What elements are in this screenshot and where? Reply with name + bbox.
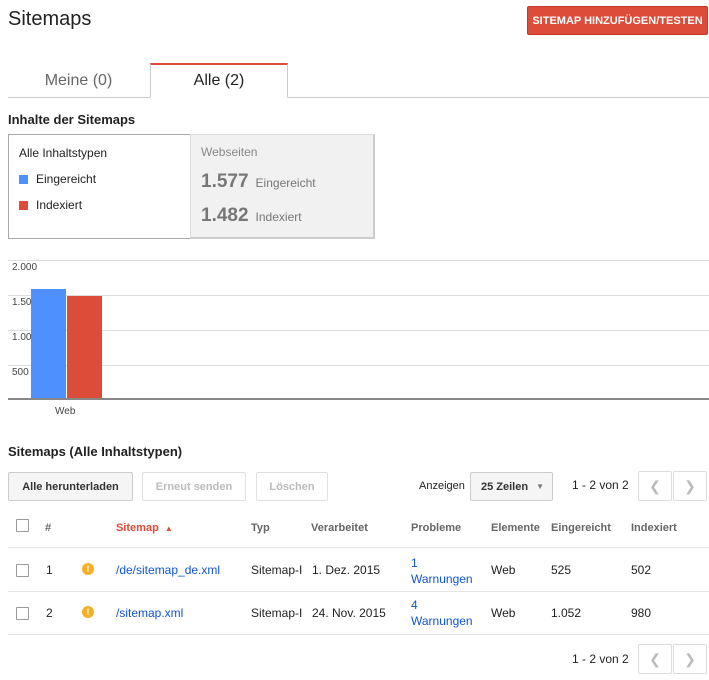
footer-pagination-range: 1 - 2 von 2	[572, 652, 629, 666]
warning-icon: !	[82, 563, 94, 575]
bar-indexed-web[interactable]	[67, 295, 102, 398]
submitted-color-swatch	[19, 174, 28, 184]
x-tick-label: Web	[55, 406, 76, 417]
stat-indexed-label: Indexiert	[255, 210, 302, 224]
chevron-left-icon: ❮	[649, 650, 661, 667]
warning-icon: !	[82, 606, 94, 618]
delete-button[interactable]: Löschen	[256, 472, 328, 501]
footer-next-page-button[interactable]: ❯	[673, 644, 707, 674]
footer-prev-page-button[interactable]: ❮	[638, 644, 672, 674]
show-label: Anzeigen	[419, 480, 465, 492]
col-processed[interactable]: Verarbeitet	[311, 522, 368, 534]
col-elements[interactable]: Elemente	[491, 522, 540, 534]
stat-submitted: 1.577 Eingereicht	[201, 171, 316, 193]
prev-page-button[interactable]: ❮	[638, 471, 672, 501]
legend-item-submitted: Eingereicht	[19, 172, 96, 186]
issues-text: Warnungen	[411, 614, 473, 628]
stat-submitted-label: Eingereicht	[255, 176, 316, 190]
sort-ascending-icon: ▲	[164, 524, 173, 533]
sitemap-type: Sitemap-I	[251, 563, 303, 577]
indexed-color-swatch	[19, 200, 28, 210]
col-sitemap[interactable]: Sitemap ▲	[116, 522, 173, 534]
chevron-right-icon: ❯	[684, 477, 696, 494]
legend-indexed-label: Indexiert	[36, 198, 83, 212]
dropdown-arrow-icon: ▼	[536, 482, 544, 491]
indexed-value: 980	[631, 606, 652, 620]
issues-link[interactable]: 4 Warnungen	[411, 597, 473, 629]
gridline	[8, 295, 709, 296]
page-title: Sitemaps	[8, 8, 92, 30]
table-heading: Sitemaps (Alle Inhaltstypen)	[8, 444, 183, 459]
tab-alle[interactable]: Alle (2)	[150, 63, 288, 98]
issues-text: Warnungen	[411, 572, 473, 586]
sitemap-link[interactable]: /de/sitemap_de.xml	[116, 563, 220, 577]
processed-date: 1. Dez. 2015	[312, 563, 381, 577]
download-all-button[interactable]: Alle herunterladen	[8, 472, 133, 501]
bar-chart: 2.000 1.500 1.000 500 Web	[0, 255, 709, 420]
col-sitemap-label: Sitemap	[116, 522, 159, 534]
chevron-right-icon: ❯	[684, 650, 696, 667]
gridline	[8, 365, 709, 366]
add-sitemap-button[interactable]: SITEMAP HINZUFÜGEN/TESTEN	[527, 6, 708, 35]
submitted-value: 525	[551, 563, 572, 577]
col-indexed[interactable]: Indexiert	[631, 522, 677, 534]
issues-count: 4	[411, 598, 418, 612]
legend-title: Alle Inhaltstypen	[19, 146, 108, 160]
stats-panel: Webseiten 1.577 Eingereicht 1.482 Indexi…	[190, 134, 375, 239]
issues-link[interactable]: 1 Warnungen	[411, 555, 473, 587]
legend-item-indexed: Indexiert	[19, 198, 82, 212]
indexed-value: 502	[631, 563, 652, 577]
stat-submitted-value: 1.577	[201, 171, 249, 192]
col-type[interactable]: Typ	[251, 522, 270, 534]
resend-button[interactable]: Erneut senden	[142, 472, 246, 501]
processed-date: 24. Nov. 2015	[312, 606, 386, 620]
y-tick-label: 500	[12, 367, 29, 378]
tab-meine[interactable]: Meine (0)	[8, 63, 149, 98]
issues-count: 1	[411, 556, 418, 570]
y-tick-label: 2.000	[12, 262, 38, 273]
row-number: 1	[46, 563, 53, 577]
col-submitted[interactable]: Eingereicht	[551, 522, 611, 534]
bar-submitted-web[interactable]	[31, 289, 66, 398]
col-number: #	[45, 522, 52, 534]
row-divider	[8, 547, 709, 548]
sitemap-link[interactable]: /sitemap.xml	[116, 606, 183, 620]
chevron-left-icon: ❮	[649, 477, 661, 494]
stat-indexed: 1.482 Indexiert	[201, 205, 302, 227]
pagination-range: 1 - 2 von 2	[572, 478, 629, 492]
row-divider	[8, 634, 709, 635]
sitemap-type: Sitemap-I	[251, 606, 303, 620]
elements-value: Web	[491, 606, 516, 620]
submitted-value: 1.052	[551, 606, 582, 620]
legend-submitted-label: Eingereicht	[36, 172, 97, 186]
rows-select-value: 25 Zeilen	[481, 480, 529, 493]
x-axis	[8, 398, 709, 400]
rows-per-page-select[interactable]: 25 Zeilen ▼	[470, 472, 553, 501]
gridline	[8, 330, 709, 331]
contents-heading: Inhalte der Sitemaps	[8, 112, 136, 127]
elements-value: Web	[491, 563, 516, 577]
row-checkbox[interactable]	[16, 564, 29, 577]
legend-panel[interactable]: Alle Inhaltstypen Eingereicht Indexiert	[8, 134, 190, 239]
stat-indexed-value: 1.482	[201, 205, 249, 226]
gridline	[8, 260, 709, 261]
stats-title: Webseiten	[201, 145, 258, 159]
row-number: 2	[46, 606, 53, 620]
next-page-button[interactable]: ❯	[673, 471, 707, 501]
col-issues[interactable]: Probleme	[411, 522, 461, 534]
row-divider	[8, 591, 709, 592]
select-all-checkbox[interactable]	[16, 519, 29, 532]
row-checkbox[interactable]	[16, 607, 29, 620]
